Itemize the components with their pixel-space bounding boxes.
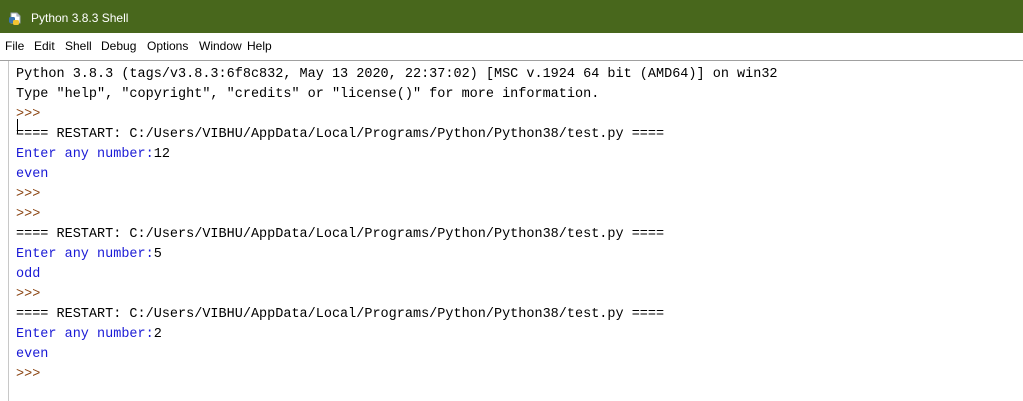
input-prompt: Enter any number: <box>16 147 154 162</box>
window-title: Python 3.8.3 Shell <box>31 11 129 25</box>
user-input: 12 <box>153 147 170 162</box>
restart-line: ==== RESTART: C:/Users/VIBHU/AppData/Loc… <box>16 307 665 322</box>
banner-help: Type "help", "copyright", "credits" or "… <box>16 87 600 102</box>
input-line: Enter any number:5 <box>16 245 162 264</box>
python-idle-icon <box>9 12 21 25</box>
menu-window[interactable]: Window <box>197 33 244 60</box>
restart-line: ==== RESTART: C:/Users/VIBHU/AppData/Loc… <box>16 227 665 242</box>
idle-shell-window: Python 3.8.3 Shell File Edit Shell Debug… <box>0 0 1023 401</box>
shell-prompt: >>> <box>16 287 41 302</box>
menu-help[interactable]: Help <box>245 33 274 60</box>
shell-prompt: >>> <box>16 187 41 202</box>
user-input: 2 <box>153 327 162 342</box>
program-output: even <box>16 167 49 182</box>
menu-shell[interactable]: Shell <box>63 33 94 60</box>
shell-prompt: >>> <box>16 367 41 382</box>
input-line: Enter any number:2 <box>16 325 162 344</box>
restart-line: ==== RESTART: C:/Users/VIBHU/AppData/Loc… <box>16 127 665 142</box>
menu-debug[interactable]: Debug <box>99 33 138 60</box>
shell-prompt: >>> <box>16 207 41 222</box>
program-output: odd <box>16 267 41 282</box>
menu-edit[interactable]: Edit <box>32 33 57 60</box>
user-input: 5 <box>153 247 162 262</box>
menu-file[interactable]: File <box>3 33 26 60</box>
title-bar[interactable]: Python 3.8.3 Shell <box>0 0 1023 33</box>
menu-bar: File Edit Shell Debug Options Window Hel… <box>0 33 1023 61</box>
input-prompt: Enter any number: <box>16 327 154 342</box>
input-line: Enter any number:12 <box>16 145 170 164</box>
input-prompt: Enter any number: <box>16 247 154 262</box>
text-cursor <box>17 119 18 134</box>
program-output: even <box>16 347 49 362</box>
banner-version: Python 3.8.3 (tags/v3.8.3:6f8c832, May 1… <box>16 67 778 82</box>
menu-options[interactable]: Options <box>145 33 190 60</box>
shell-prompt: >>> <box>16 107 41 122</box>
shell-text-area[interactable]: Python 3.8.3 (tags/v3.8.3:6f8c832, May 1… <box>8 61 1023 401</box>
